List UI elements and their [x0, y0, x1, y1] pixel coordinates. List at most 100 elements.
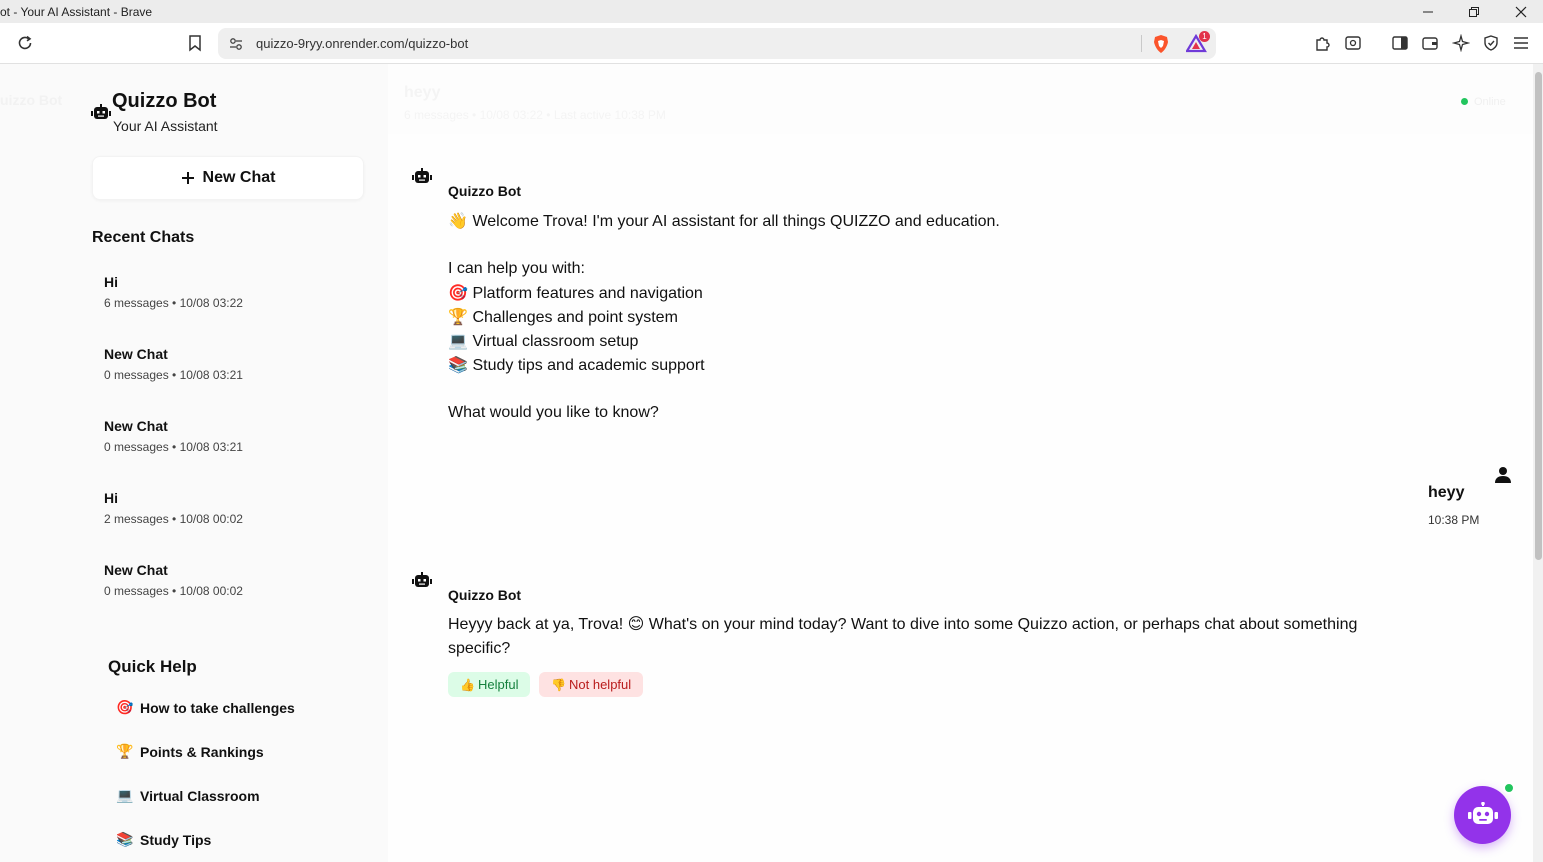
chat-header: heyy 6 messages • 10/08 03:22 • Last act…: [388, 64, 1533, 134]
user-avatar-icon: [1495, 467, 1511, 483]
quick-help-label: Points & Rankings: [140, 744, 264, 760]
url-text: quizzo-9ryy.onrender.com/quizzo-bot: [256, 36, 469, 51]
recent-chat-item[interactable]: New Chat 0 messages • 10/08 00:02: [92, 550, 362, 610]
quick-help-title: Quick Help: [108, 657, 197, 676]
trophy-icon: 🏆: [448, 307, 468, 326]
bot-message: 👋 Welcome Trova! I'm your AI assistant f…: [448, 209, 1000, 425]
reload-icon: [18, 35, 32, 50]
message-line: [448, 377, 1000, 401]
brand-subtitle: Your AI Assistant: [113, 118, 218, 134]
minimize-icon: [1423, 11, 1433, 12]
close-icon: [1515, 6, 1527, 17]
recent-chat-item[interactable]: New Chat 0 messages • 10/08 03:21: [92, 406, 362, 466]
rewards-badge: 1: [1199, 31, 1210, 42]
laptop-icon: 💻: [116, 788, 134, 804]
quick-help-study[interactable]: 📚 Study Tips: [108, 824, 348, 856]
recent-chat-meta: 6 messages • 10/08 03:22: [104, 296, 243, 310]
recent-chat-title: Hi: [104, 490, 118, 506]
chat-header-title: heyy: [404, 84, 441, 101]
menu-button[interactable]: [1510, 32, 1532, 54]
recent-chat-item[interactable]: Hi 6 messages • 10/08 03:22: [92, 262, 362, 322]
sidebar-toggle-button[interactable]: [1389, 32, 1411, 54]
online-status-text: Online: [1474, 96, 1506, 108]
quick-help-challenges[interactable]: 🎯 How to take challenges: [108, 692, 348, 724]
message-sender: Quizzo Bot: [448, 183, 522, 199]
reload-button[interactable]: [14, 32, 36, 54]
ghost-brand-text: uizzo Bot: [0, 92, 63, 108]
reader-mode-button[interactable]: [1342, 32, 1364, 54]
quick-help-points[interactable]: 🏆 Points & Rankings: [108, 736, 348, 768]
vpn-button[interactable]: [1480, 32, 1502, 54]
new-chat-label: New Chat: [202, 169, 276, 186]
sparkle-icon: [1452, 34, 1470, 52]
recent-chat-item[interactable]: New Chat 0 messages • 10/08 03:21: [92, 334, 362, 394]
books-icon: 📚: [116, 832, 134, 848]
not-helpful-button[interactable]: 👎 Not helpful: [539, 672, 644, 697]
browser-toolbar: quizzo-9ryy.onrender.com/quizzo-bot 1: [0, 23, 1543, 64]
message-line: [448, 233, 1000, 257]
launcher-online-dot: [1503, 782, 1515, 794]
message-line: 💻 Virtual classroom setup: [448, 329, 1000, 353]
leo-ai-button[interactable]: [1450, 32, 1472, 54]
helpful-label: Helpful: [478, 677, 519, 692]
sidebar-icon: [1392, 36, 1408, 50]
message-sender: Quizzo Bot: [448, 587, 522, 603]
message-line: 🎯 Platform features and navigation: [448, 281, 1000, 305]
target-icon: 🎯: [448, 283, 468, 302]
brave-shields-icon[interactable]: [1152, 34, 1170, 54]
puzzle-icon: [1316, 37, 1330, 51]
laptop-icon: 💻: [448, 331, 468, 350]
message-line: specific?: [448, 640, 511, 657]
bot-avatar-icon: [412, 168, 432, 183]
recent-chat-item[interactable]: Hi 2 messages • 10/08 00:02: [92, 478, 362, 538]
minimize-button[interactable]: [1413, 2, 1443, 21]
restore-button[interactable]: [1459, 2, 1489, 21]
window-title: ot - Your AI Assistant - Brave: [0, 5, 153, 19]
message-line: What would you like to know?: [448, 404, 659, 421]
page-content: uizzo Bot Quizzo Bot Your AI Assistant N…: [0, 64, 1543, 862]
chatbot-launcher-button[interactable]: [1454, 786, 1511, 844]
thumbs-down-icon: 👎: [551, 677, 566, 692]
bookmark-icon: [189, 35, 201, 52]
recent-chat-title: New Chat: [104, 562, 168, 578]
hamburger-icon: [1514, 37, 1528, 49]
not-helpful-label: Not helpful: [569, 677, 632, 692]
wallet-button[interactable]: [1419, 32, 1441, 54]
sidebar: uizzo Bot Quizzo Bot Your AI Assistant N…: [0, 64, 388, 862]
address-bar[interactable]: quizzo-9ryy.onrender.com/quizzo-bot 1: [218, 28, 1216, 59]
site-settings-icon: [230, 38, 242, 50]
reader-icon: [1345, 36, 1361, 50]
message-line: 📚 Study tips and academic support: [448, 353, 1000, 377]
chat-area: heyy 6 messages • 10/08 03:22 • Last act…: [388, 64, 1533, 862]
target-icon: 🎯: [116, 700, 134, 716]
quick-help-label: Study Tips: [140, 832, 212, 848]
recent-chats-title: Recent Chats: [92, 229, 195, 246]
trophy-icon: 🏆: [116, 744, 134, 760]
helpful-button[interactable]: 👍 Helpful: [448, 672, 531, 697]
quick-help-label: How to take challenges: [140, 700, 295, 716]
recent-chat-meta: 0 messages • 10/08 03:21: [104, 440, 243, 454]
omnibox-divider: [1141, 35, 1142, 52]
bot-message: Heyyy back at ya, Trova! 😊 What's on you…: [448, 613, 1508, 661]
extensions-button[interactable]: [1312, 32, 1334, 54]
plus-icon: [181, 172, 194, 184]
quick-help-classroom[interactable]: 💻 Virtual Classroom: [108, 780, 348, 812]
brand-name: Quizzo Bot: [112, 90, 217, 112]
message-line: I can help you with:: [448, 260, 585, 277]
recent-chat-meta: 0 messages • 10/08 03:21: [104, 368, 243, 382]
page-scrollbar[interactable]: [1533, 64, 1543, 862]
recent-chat-title: New Chat: [104, 418, 168, 434]
user-message-time: 10:38 PM: [1428, 513, 1480, 527]
new-chat-button[interactable]: New Chat: [92, 156, 364, 200]
online-status-dot: [1461, 98, 1468, 105]
wave-icon: 👋: [448, 211, 468, 230]
chat-header-subtitle: 6 messages • 10/08 03:22 • Last active 1…: [404, 108, 666, 122]
close-window-button[interactable]: [1506, 2, 1536, 21]
wallet-icon: [1422, 37, 1438, 50]
bookmark-button[interactable]: [184, 32, 206, 54]
scrollbar-thumb[interactable]: [1535, 72, 1542, 560]
user-message: heyy: [1428, 484, 1465, 501]
robot-icon: [1467, 802, 1498, 824]
recent-chat-title: Hi: [104, 274, 118, 290]
books-icon: 📚: [448, 355, 468, 374]
